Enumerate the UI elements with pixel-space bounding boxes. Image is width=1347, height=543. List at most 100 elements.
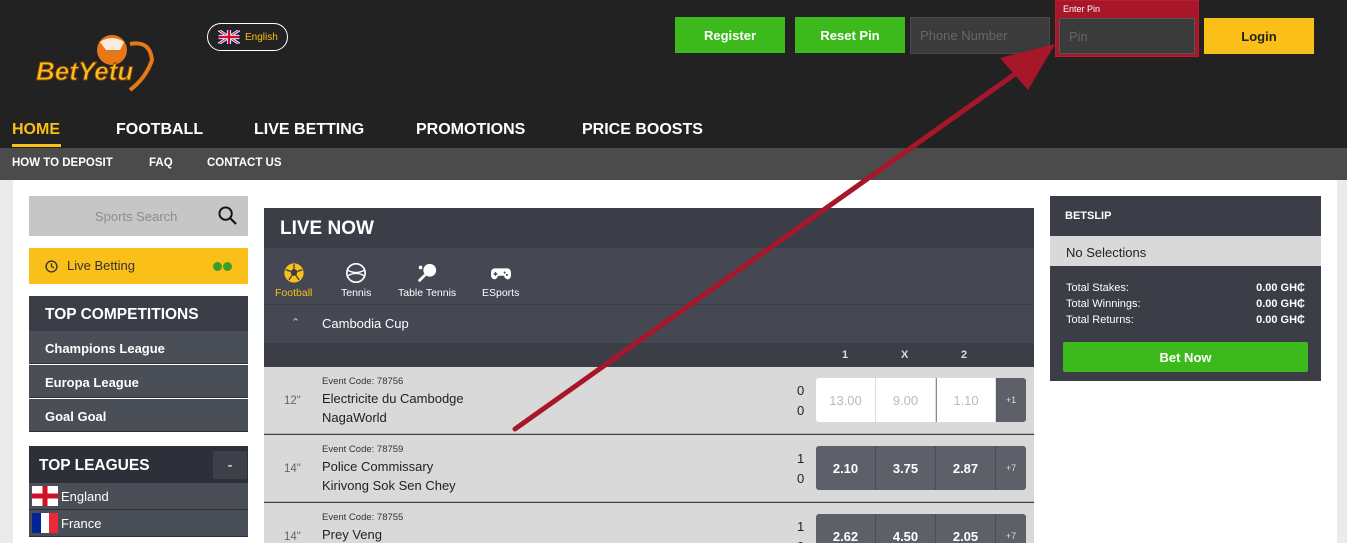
tab-football[interactable]: Football <box>275 262 312 299</box>
total-stakes-value: 0.00 GH₵ <box>1256 282 1305 294</box>
more-markets-button[interactable]: +1 <box>996 378 1026 422</box>
tab-tennis[interactable]: Tennis <box>341 262 371 299</box>
market-header-row: 1 X 2 <box>264 344 1034 367</box>
match-minute: 14" <box>284 463 301 475</box>
odds-button-1[interactable]: 13.00 <box>816 378 876 422</box>
competition-item-champions-league[interactable]: Champions League <box>29 331 248 364</box>
betyetu-logo[interactable]: BetYetu <box>34 30 159 98</box>
sub-nav-how-to-deposit[interactable]: HOW TO DEPOSIT <box>12 157 113 169</box>
market-header-x: X <box>901 349 909 361</box>
home-team: Prey Veng <box>322 527 382 542</box>
reset-pin-button[interactable]: Reset Pin <box>795 17 905 53</box>
more-markets-button[interactable]: +7 <box>996 446 1026 490</box>
logo-text: BetYetu <box>36 56 133 86</box>
tab-label: Football <box>275 287 313 299</box>
home-team: Electricite du Cambodge <box>322 391 464 406</box>
away-score: 0 <box>797 471 805 486</box>
home-score: 0 <box>797 383 805 398</box>
competition-name: Cambodia Cup <box>322 316 409 331</box>
live-indicator-dots <box>213 262 232 271</box>
odds-button-2[interactable]: 2.05 <box>936 514 996 543</box>
match-row[interactable]: 12" Event Code: 78756 Electricite du Cam… <box>264 367 1034 434</box>
top-competitions-header: TOP COMPETITIONS <box>29 296 248 331</box>
search-placeholder: Sports Search <box>95 208 178 224</box>
sub-nav-bar <box>0 148 1347 180</box>
register-button[interactable]: Register <box>675 17 785 53</box>
more-markets-button[interactable]: +7 <box>996 514 1026 543</box>
chevron-up-icon: ⌃ <box>291 317 301 329</box>
odds-button-x[interactable]: 3.75 <box>876 446 936 490</box>
total-winnings-row: Total Winnings: 0.00 GH₵ <box>1066 298 1305 310</box>
odds-button-x[interactable]: 4.50 <box>876 514 936 543</box>
table-tennis-icon <box>417 263 437 283</box>
sports-search-input[interactable]: Sports Search <box>29 196 248 236</box>
search-icon[interactable] <box>218 206 237 225</box>
competition-item-goal-goal[interactable]: Goal Goal <box>29 399 248 432</box>
away-team: Kirivong Sok Sen Chey <box>322 478 456 493</box>
phone-number-input[interactable] <box>910 17 1050 54</box>
language-selector[interactable]: English <box>207 23 288 51</box>
betslip-panel: BETSLIP No Selections Total Stakes: 0.00… <box>1050 196 1321 381</box>
tab-esports[interactable]: ESports <box>482 262 519 299</box>
enter-pin-label: Enter Pin <box>1063 4 1101 14</box>
nav-promotions[interactable]: PROMOTIONS <box>416 121 525 139</box>
sport-tabs: Football Tennis Table Tennis ESports <box>264 248 1034 304</box>
odds-button-2[interactable]: 2.87 <box>936 446 996 490</box>
total-returns-label: Total Returns: <box>1066 314 1134 326</box>
tab-label: Tennis <box>341 287 372 299</box>
england-flag-icon <box>32 486 58 506</box>
live-betting-label: Live Betting <box>67 258 135 273</box>
event-code: Event Code: 78756 <box>322 376 404 387</box>
bet-now-button[interactable]: Bet Now <box>1063 342 1308 372</box>
sub-nav-faq[interactable]: FAQ <box>149 157 173 169</box>
market-header-2: 2 <box>961 349 968 361</box>
tab-label: ESports <box>482 287 520 299</box>
odds-group: 13.00 9.00 1.10 +1 <box>816 378 1026 422</box>
gamepad-icon <box>490 268 511 280</box>
match-minute: 12" <box>284 395 301 407</box>
away-team: NagaWorld <box>322 410 387 425</box>
odds-button-x[interactable]: 9.00 <box>876 378 936 422</box>
match-row[interactable]: 14" Event Code: 78755 Prey Veng 1 0 2.62… <box>264 503 1034 543</box>
nav-price-boosts[interactable]: PRICE BOOSTS <box>582 121 703 139</box>
pin-input[interactable] <box>1059 18 1195 54</box>
login-button[interactable]: Login <box>1204 18 1314 54</box>
tab-table-tennis[interactable]: Table Tennis <box>398 262 456 299</box>
nav-home[interactable]: HOME <box>12 121 60 139</box>
collapse-leagues-button[interactable]: - <box>213 451 247 479</box>
league-item-france[interactable]: France <box>29 510 248 537</box>
event-code: Event Code: 78759 <box>322 444 404 455</box>
nav-football[interactable]: FOOTBALL <box>116 121 203 139</box>
total-returns-value: 0.00 GH₵ <box>1256 314 1305 326</box>
live-betting-button[interactable]: Live Betting <box>29 248 248 284</box>
tab-label: Table Tennis <box>398 287 457 299</box>
live-now-title: LIVE NOW <box>280 218 374 239</box>
total-stakes-label: Total Stakes: <box>1066 282 1129 294</box>
competition-group-header[interactable]: ⌃ Cambodia Cup <box>264 305 1034 343</box>
home-score: 1 <box>797 451 805 466</box>
nav-live-betting[interactable]: LIVE BETTING <box>254 121 364 139</box>
total-stakes-row: Total Stakes: 0.00 GH₵ <box>1066 282 1305 294</box>
match-minute: 14" <box>284 531 301 543</box>
match-row[interactable]: 14" Event Code: 78759 Police Commissary … <box>264 435 1034 502</box>
odds-button-2[interactable]: 1.10 <box>936 378 996 422</box>
home-score: 1 <box>797 519 805 534</box>
competition-item-europa-league[interactable]: Europa League <box>29 365 248 398</box>
tennis-ball-icon <box>346 263 367 283</box>
odds-group: 2.62 4.50 2.05 +7 <box>816 514 1026 543</box>
betslip-title: BETSLIP <box>1065 210 1112 222</box>
total-winnings-value: 0.00 GH₵ <box>1256 298 1305 310</box>
event-code: Event Code: 78755 <box>322 512 404 523</box>
france-flag-icon <box>32 513 58 533</box>
league-item-england[interactable]: England <box>29 483 248 510</box>
football-icon <box>284 263 304 283</box>
odds-button-1[interactable]: 2.62 <box>816 514 876 543</box>
odds-group: 2.10 3.75 2.87 +7 <box>816 446 1026 490</box>
sub-nav-contact-us[interactable]: CONTACT US <box>207 157 282 169</box>
total-winnings-label: Total Winnings: <box>1066 298 1141 310</box>
nav-active-underline <box>12 144 61 147</box>
uk-flag-icon <box>218 30 240 44</box>
clock-icon <box>45 260 58 273</box>
league-label: France <box>61 515 102 531</box>
odds-button-1[interactable]: 2.10 <box>816 446 876 490</box>
